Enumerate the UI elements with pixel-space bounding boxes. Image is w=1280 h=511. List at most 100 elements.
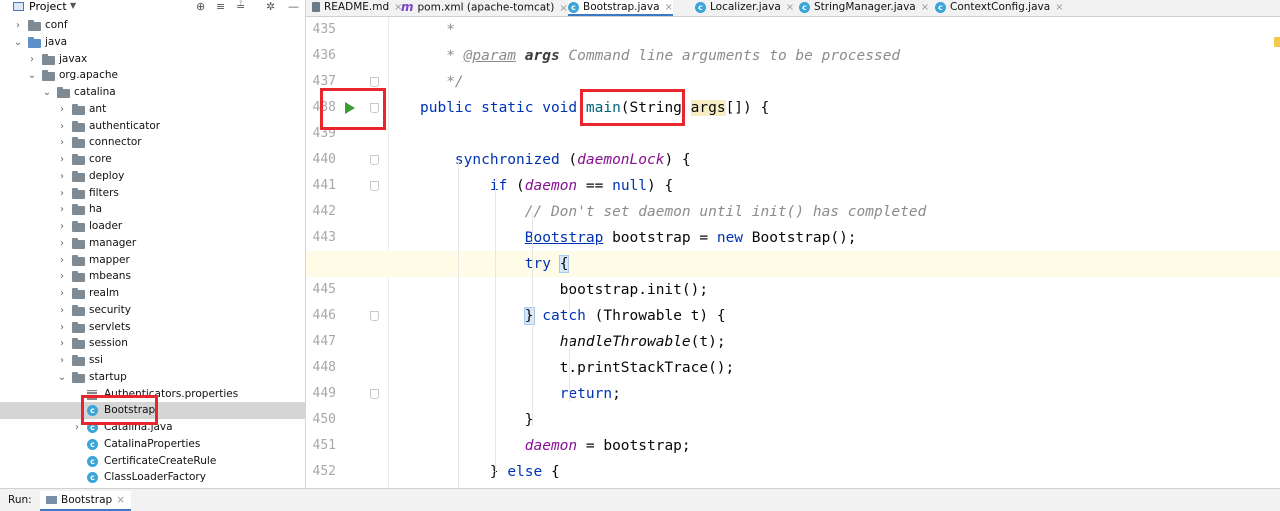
chevron-right-icon[interactable]: › [57, 352, 67, 369]
chevron-down-icon[interactable]: ⌄ [13, 34, 23, 51]
chevron-right-icon[interactable]: › [57, 218, 67, 235]
tree-item[interactable]: › connector [0, 134, 305, 151]
indent-guide [458, 160, 459, 488]
tree-item[interactable]: › ssi [0, 352, 305, 369]
editor-tab-label: ContextConfig.java [950, 1, 1051, 13]
tree-item-label: CertificateCreateRule [104, 454, 217, 467]
project-view-dropdown[interactable]: Project [29, 0, 67, 13]
tree-item[interactable]: › security [0, 302, 305, 319]
folder-icon [57, 87, 70, 98]
editor-tab-label: README.md [324, 1, 390, 13]
chevron-right-icon[interactable]: › [57, 252, 67, 269]
chevron-right-icon[interactable]: › [57, 285, 67, 302]
chevron-right-icon[interactable]: › [57, 268, 67, 285]
tree-item[interactable]: ⌄ startup [0, 369, 305, 386]
close-icon[interactable]: × [921, 2, 929, 13]
chevron-right-icon[interactable]: › [57, 168, 67, 185]
tree-item-label: conf [45, 19, 68, 31]
tree-item-label: mbeans [89, 270, 131, 283]
tree-item[interactable]: › manager [0, 235, 305, 252]
run-tab-bootstrap[interactable]: Bootstrap × [40, 491, 131, 511]
tree-item[interactable]: › servlets [0, 319, 305, 336]
close-icon[interactable]: × [559, 3, 567, 14]
minimize-icon[interactable]: — [288, 0, 299, 13]
java-class-icon: c [799, 1, 810, 13]
editor-tab[interactable]: c Localizer.java × [695, 0, 794, 16]
code-text: */ [420, 74, 464, 90]
editor-tab[interactable]: README.md × [312, 0, 403, 16]
gear-icon[interactable]: ✲ [266, 0, 275, 13]
editor-tab-label: Localizer.java [710, 1, 781, 13]
tree-item[interactable]: › mapper [0, 252, 305, 269]
tree-item-label: manager [89, 236, 137, 249]
tree-item[interactable]: › core [0, 151, 305, 168]
folder-icon [72, 254, 85, 266]
tree-item[interactable]: c ClassLoaderFactory [0, 469, 305, 486]
tree-item[interactable]: › session [0, 335, 305, 352]
tree-item-label: deploy [89, 169, 125, 182]
tree-item[interactable]: › conf [0, 17, 305, 34]
tree-item[interactable]: c CatalinaProperties [0, 436, 305, 453]
chevron-right-icon[interactable]: › [57, 235, 67, 252]
tree-item-label: CatalinaProperties [104, 437, 201, 450]
folder-icon [72, 221, 85, 232]
chevron-down-icon[interactable]: ⌄ [57, 369, 67, 386]
tree-item[interactable]: ⌄ org.apache [0, 67, 305, 84]
editor-tab-label: Bootstrap.java [583, 1, 660, 13]
editor-tab[interactable]: m pom.xml (apache-tomcat) × [401, 0, 568, 16]
chevron-right-icon[interactable]: › [57, 335, 67, 352]
close-icon[interactable]: × [1055, 2, 1063, 13]
code-text: t.printStackTrace(); [420, 360, 735, 376]
annotation-box-main-method [580, 89, 685, 126]
folder-icon [72, 170, 85, 182]
editor-tab[interactable]: c StringManager.java × [799, 0, 929, 16]
tree-item-label: java [45, 35, 67, 48]
chevron-right-icon[interactable]: › [57, 118, 67, 135]
folder-icon [72, 120, 85, 132]
close-icon[interactable]: × [116, 494, 125, 506]
tree-item-label: ha [89, 203, 103, 216]
tree-item[interactable]: › authenticator [0, 118, 305, 135]
tree-item[interactable]: › realm [0, 285, 305, 302]
inspection-warning-marker[interactable] [1274, 37, 1280, 47]
expand-all-icon[interactable]: ≡ [216, 0, 225, 13]
folder-icon [72, 137, 85, 149]
chevron-right-icon[interactable]: › [57, 302, 67, 319]
tree-item[interactable]: › deploy [0, 168, 305, 185]
chevron-down-icon[interactable]: ▼ [70, 1, 76, 10]
editor-tab[interactable]: c Bootstrap.java × [568, 0, 673, 16]
tree-item[interactable]: › filters [0, 185, 305, 202]
java-class-icon: c [568, 1, 579, 13]
tree-item[interactable]: ⌄ catalina [0, 84, 305, 101]
run-tool-window-bar: Run: Bootstrap × [0, 488, 1280, 511]
collapse-all-icon[interactable]: ≟ [236, 0, 245, 13]
tree-item[interactable]: › loader [0, 218, 305, 235]
chevron-right-icon[interactable]: › [57, 151, 67, 168]
folder-icon [72, 338, 85, 350]
chevron-down-icon[interactable]: ⌄ [42, 84, 52, 101]
chevron-right-icon[interactable]: › [57, 101, 67, 118]
run-tab-label: Bootstrap [61, 494, 113, 506]
code-editor[interactable]: 4354364374384394404414424434444454464474… [306, 17, 1280, 488]
chevron-right-icon[interactable]: › [57, 319, 67, 336]
indent-guide [569, 290, 570, 314]
chevron-right-icon[interactable]: › [57, 201, 67, 218]
tree-item-label: security [89, 303, 131, 316]
project-view-icon [13, 2, 24, 11]
tree-item[interactable]: › mbeans [0, 268, 305, 285]
chevron-right-icon[interactable]: › [57, 134, 67, 151]
editor-tab[interactable]: c ContextConfig.java × [935, 0, 1064, 16]
chevron-right-icon[interactable]: › [27, 51, 37, 68]
locate-icon[interactable]: ⊕ [196, 0, 205, 13]
chevron-right-icon[interactable]: › [13, 17, 23, 34]
tree-item[interactable]: › ha [0, 201, 305, 218]
tree-item[interactable]: › javax [0, 51, 305, 68]
close-icon[interactable]: × [665, 2, 673, 13]
close-icon[interactable]: × [786, 2, 794, 13]
chevron-down-icon[interactable]: ⌄ [27, 67, 37, 84]
tree-item[interactable]: › ant [0, 101, 305, 118]
tree-item[interactable]: c CertificateCreateRule [0, 453, 305, 470]
tree-item[interactable]: ⌄ java [0, 34, 305, 51]
chevron-right-icon[interactable]: › [57, 185, 67, 202]
folder-icon [72, 304, 85, 316]
